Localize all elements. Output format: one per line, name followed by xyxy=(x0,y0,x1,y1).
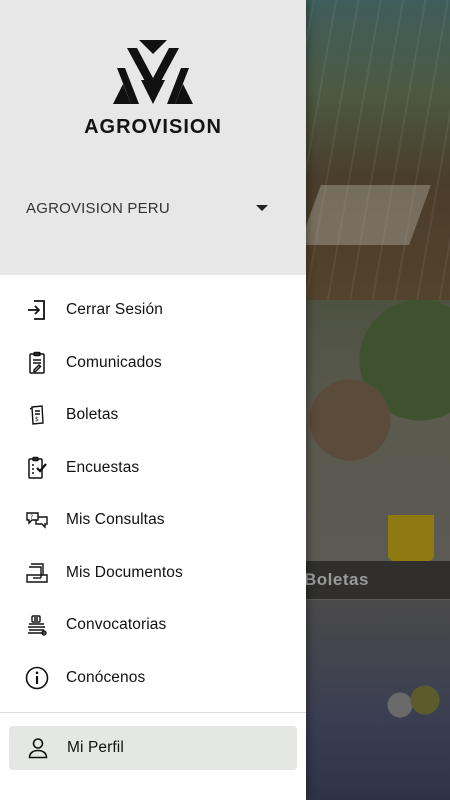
menu-item-encuestas[interactable]: Encuestas xyxy=(0,442,306,495)
account-selector[interactable]: AGROVISION PERU xyxy=(26,192,276,224)
drawer-menu: Cerrar Sesión Comunicados $ Boletas Encu… xyxy=(0,284,306,704)
account-name: AGROVISION PERU xyxy=(26,199,170,217)
drawer-header: AGROVISION AGROVISION PERU xyxy=(0,0,306,275)
menu-label: Mi Perfil xyxy=(67,739,124,756)
menu-item-cerrar-sesion[interactable]: Cerrar Sesión xyxy=(0,284,306,337)
menu-item-mis-documentos[interactable]: Mis Documentos xyxy=(0,547,306,600)
menu-divider xyxy=(0,712,306,713)
clipboard-note-icon xyxy=(24,350,50,376)
svg-text:$: $ xyxy=(35,416,39,423)
menu-item-boletas[interactable]: $ Boletas xyxy=(0,389,306,442)
navigation-drawer: AGROVISION AGROVISION PERU Cerrar Sesión… xyxy=(0,0,306,800)
menu-item-convocatorias[interactable]: Convocatorias xyxy=(0,599,306,652)
bucket-image-detail xyxy=(388,515,434,561)
payslip-icon: $ xyxy=(24,402,50,428)
menu-item-comunicados[interactable]: Comunicados xyxy=(0,337,306,390)
menu-item-mis-consultas[interactable]: ? Mis Consultas xyxy=(0,494,306,547)
chat-bubbles-icon: ? xyxy=(24,507,50,533)
menu-label: Convocatorias xyxy=(66,616,167,634)
menu-label: Boletas xyxy=(66,406,119,424)
caret-down-icon xyxy=(256,205,268,211)
agrovision-logo-icon xyxy=(113,40,193,104)
menu-item-conocenos[interactable]: Conócenos xyxy=(0,652,306,705)
logout-icon xyxy=(24,297,50,323)
section-caption: Boletas xyxy=(304,570,369,589)
menu-label: Cerrar Sesión xyxy=(66,301,163,319)
documents-icon xyxy=(24,560,50,586)
menu-item-mi-perfil[interactable]: Mi Perfil xyxy=(9,726,297,770)
menu-label: Mis Documentos xyxy=(66,563,183,581)
menu-label: Mis Consultas xyxy=(66,511,165,529)
info-icon xyxy=(24,665,50,691)
menu-label: Comunicados xyxy=(66,353,162,371)
menu-label: Encuestas xyxy=(66,458,140,476)
svg-text:?: ? xyxy=(30,514,33,521)
brand-name: AGROVISION xyxy=(84,116,222,138)
survey-checklist-icon xyxy=(24,455,50,481)
menu-label: Conócenos xyxy=(66,668,146,686)
person-icon xyxy=(25,735,51,761)
calls-stack-icon xyxy=(24,612,50,638)
